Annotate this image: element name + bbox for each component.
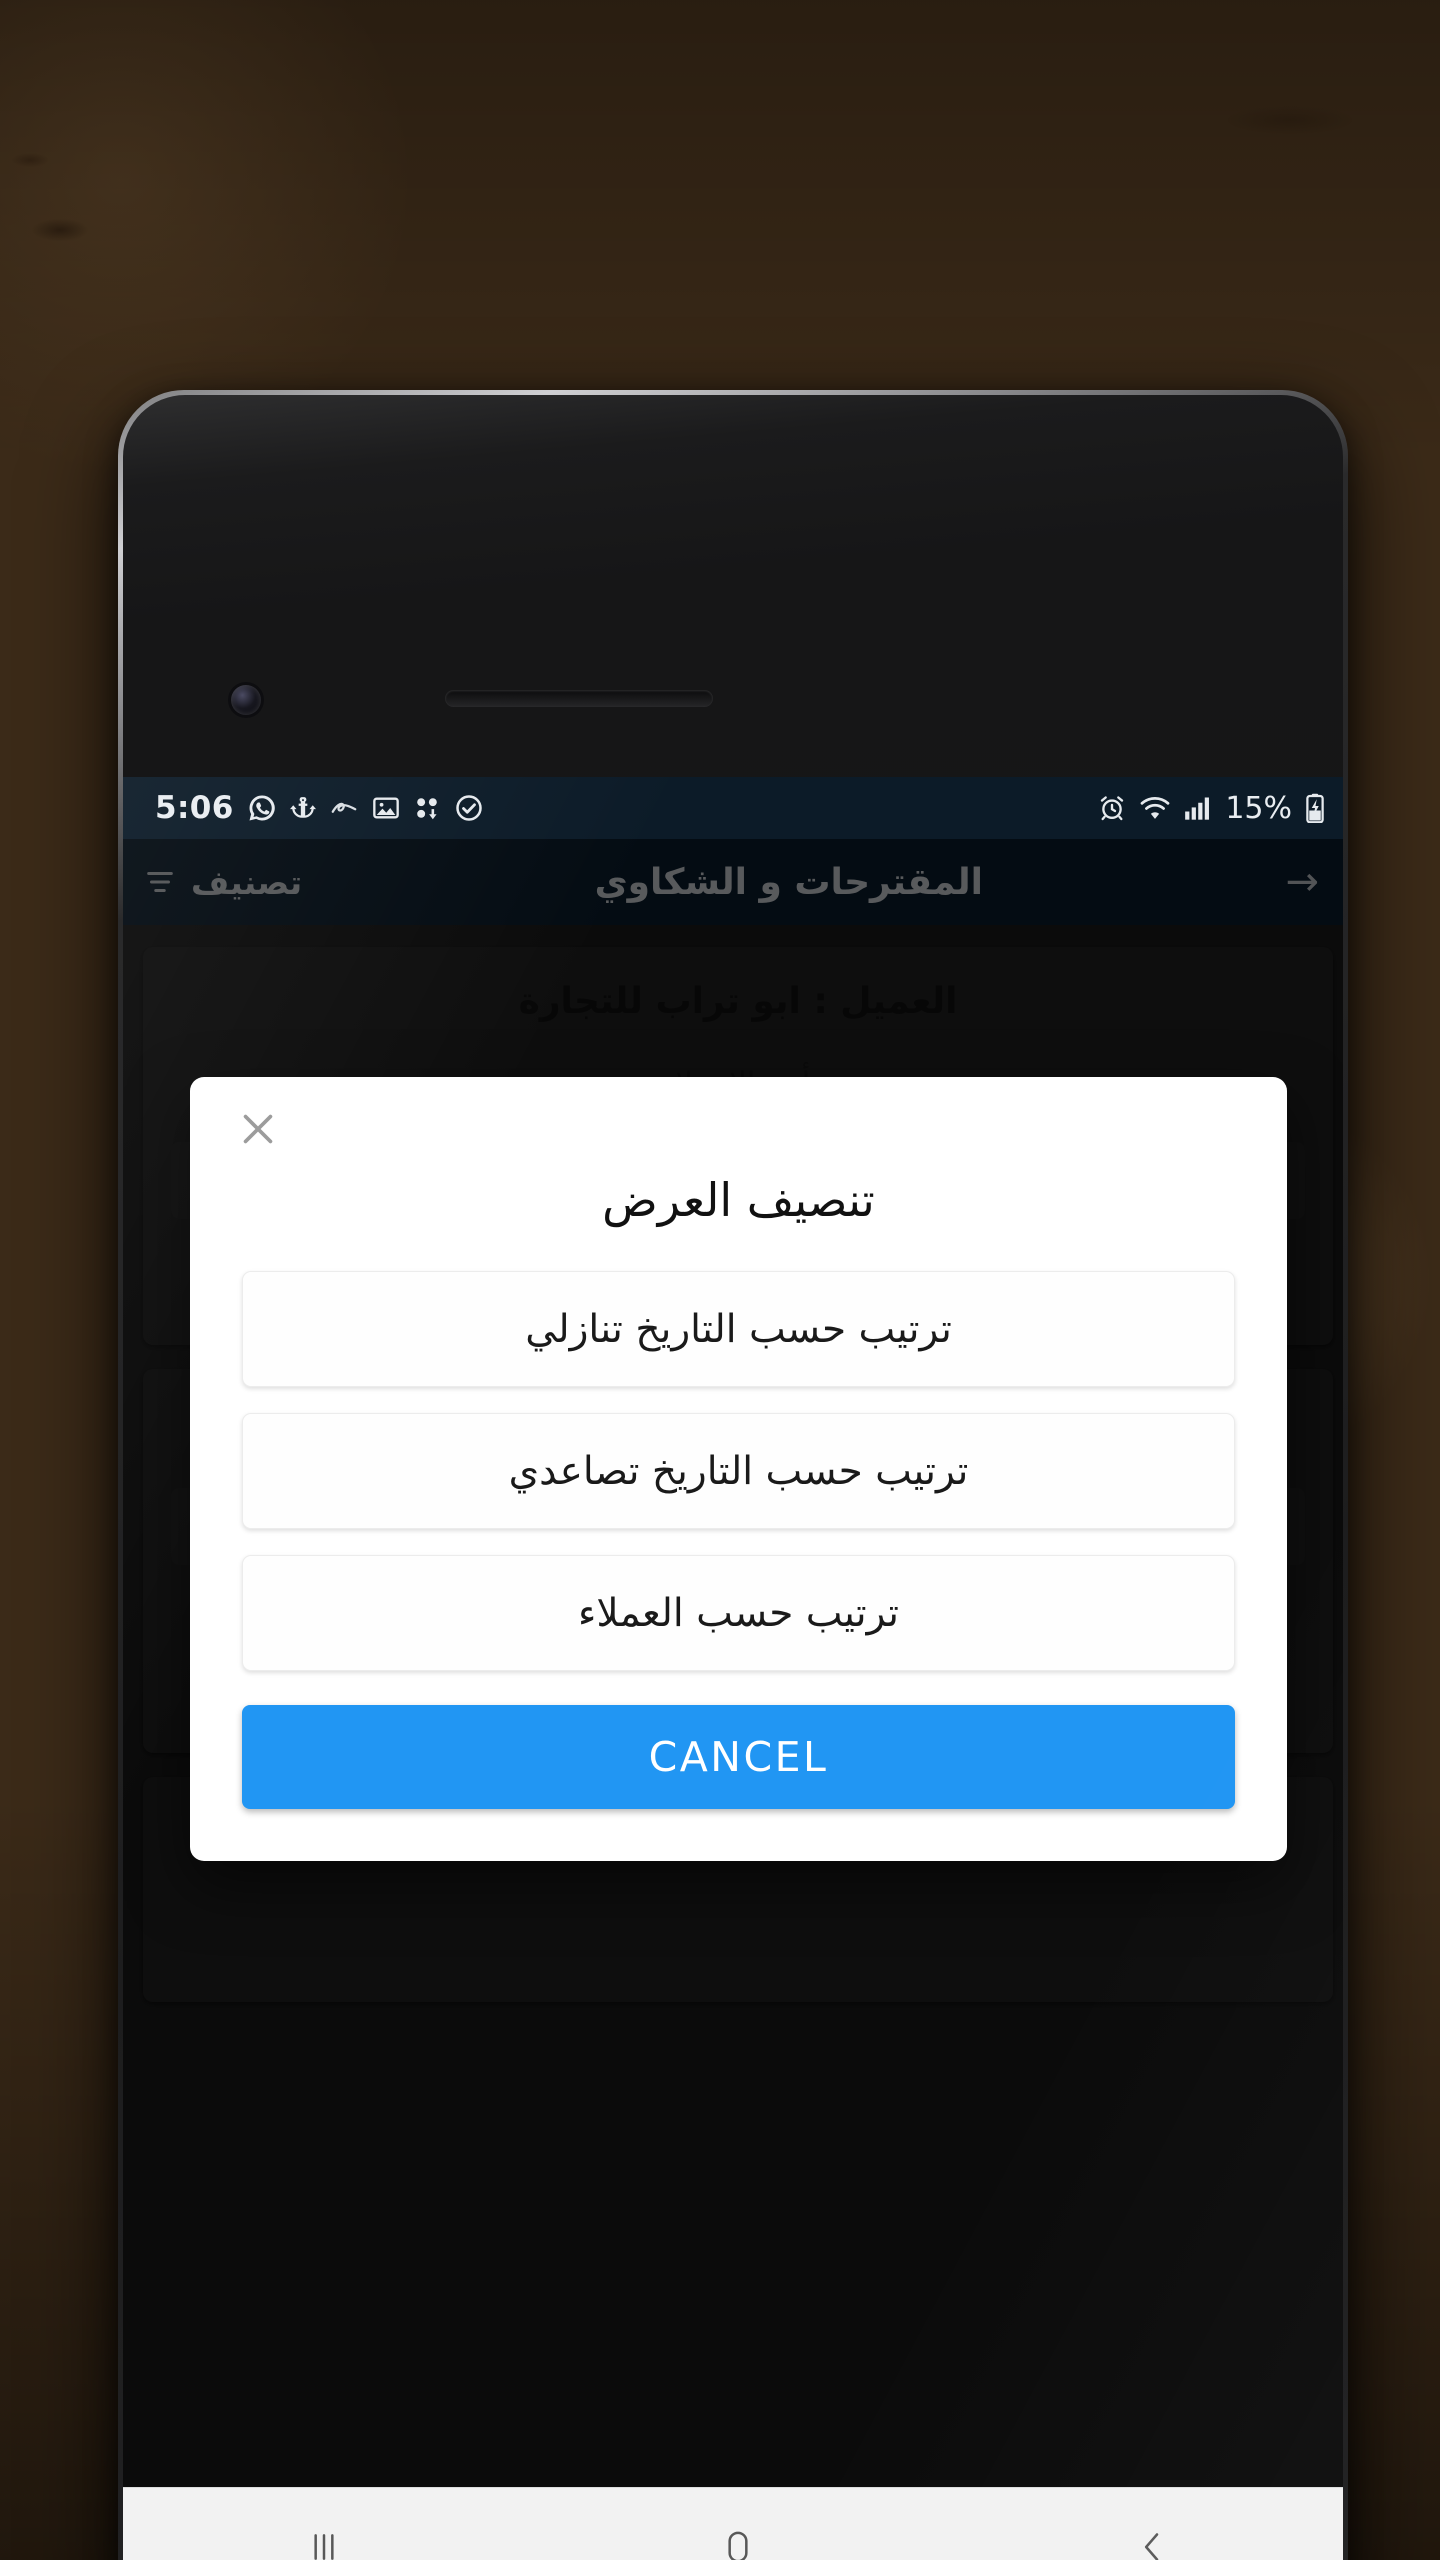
dialog-title: تنصيف العرض: [602, 1173, 875, 1227]
status-bar: 5:06 15%: [123, 777, 1343, 839]
download-apps-icon: [413, 794, 441, 822]
sort-dialog: تنصيف العرض ترتيب حسب التاريخ تنازلي ترت…: [190, 1077, 1287, 1861]
recent-apps-icon[interactable]: [249, 2488, 399, 2560]
battery-percent-label: 15%: [1225, 790, 1292, 826]
status-bar-clock: 5:06: [155, 790, 234, 826]
check-circle-icon: [454, 793, 484, 823]
anchor-icon: [289, 793, 316, 823]
home-icon[interactable]: [663, 2488, 813, 2560]
close-icon[interactable]: [232, 1103, 284, 1155]
phone-body: 5:06 15% تنصيف العرض ترتيب حسب التاريخ ت…: [123, 395, 1343, 2560]
sort-option-date-desc[interactable]: ترتيب حسب التاريخ تنازلي: [242, 1271, 1235, 1387]
gallery-icon: [372, 794, 400, 822]
scribble-icon: [329, 793, 359, 823]
battery-charging-icon: [1305, 793, 1325, 823]
phone-device: 5:06 15% تنصيف العرض ترتيب حسب التاريخ ت…: [118, 390, 1348, 2560]
android-nav-bar: [123, 2487, 1343, 2560]
signal-icon: [1184, 795, 1212, 821]
back-chevron-icon[interactable]: [1077, 2488, 1227, 2560]
earpiece-speaker: [445, 690, 713, 707]
desk-background-scene: 5:06 15% تنصيف العرض ترتيب حسب التاريخ ت…: [0, 0, 1440, 2560]
front-camera-icon: [231, 685, 261, 715]
cancel-button[interactable]: CANCEL: [242, 1705, 1235, 1809]
sort-option-clients[interactable]: ترتيب حسب العملاء: [242, 1555, 1235, 1671]
wifi-icon: [1139, 795, 1171, 821]
status-bar-left: 5:06: [155, 790, 484, 826]
whatsapp-icon: [247, 793, 277, 823]
phone-screen: 5:06 15% تنصيف العرض ترتيب حسب التاريخ ت…: [123, 777, 1343, 2560]
alarm-icon: [1098, 794, 1126, 822]
sort-option-date-asc[interactable]: ترتيب حسب التاريخ تصاعدي: [242, 1413, 1235, 1529]
status-bar-right: 15%: [1098, 791, 1325, 826]
